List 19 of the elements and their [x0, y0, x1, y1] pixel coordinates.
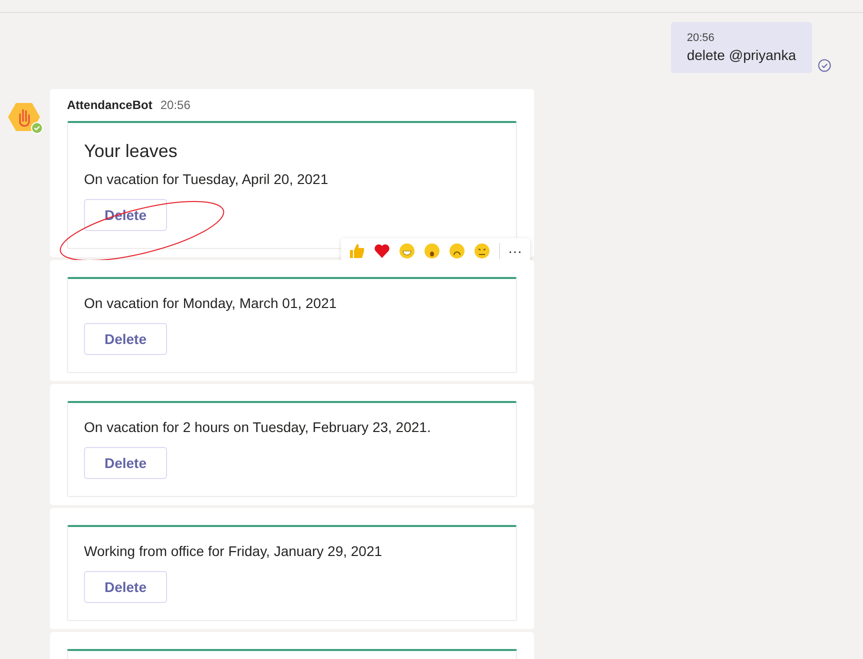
leave-text: On vacation for 2 hours on Tuesday, February 23, 2021. — [84, 419, 432, 435]
message-text: delete @priyanka — [686, 47, 796, 63]
delete-button[interactable]: Delete — [84, 323, 167, 355]
thumbs-up-icon[interactable] — [349, 243, 365, 259]
delete-button[interactable]: Delete — [84, 447, 167, 479]
message-time: 20:56 — [686, 32, 716, 44]
sender-name: AttendanceBot — [67, 98, 152, 112]
laughing-face-icon[interactable] — [399, 243, 415, 259]
leave-text: Working from office for Friday, January 29, 2021 — [84, 543, 384, 559]
angry-face-icon[interactable] — [474, 243, 490, 259]
leave-text: On vacation for Tuesday, April 20, 2021 — [84, 171, 330, 187]
delete-button[interactable]: Delete — [84, 571, 167, 603]
bot-avatar-icon[interactable] — [8, 101, 40, 133]
message-time: 20:56 — [160, 98, 190, 112]
sad-face-icon[interactable] — [449, 243, 465, 259]
heart-icon[interactable] — [374, 243, 390, 259]
card-title: Your leaves — [84, 141, 178, 162]
leave-text: On vacation for Monday, March 01, 2021 — [84, 295, 338, 311]
surprised-face-icon[interactable] — [424, 243, 440, 259]
